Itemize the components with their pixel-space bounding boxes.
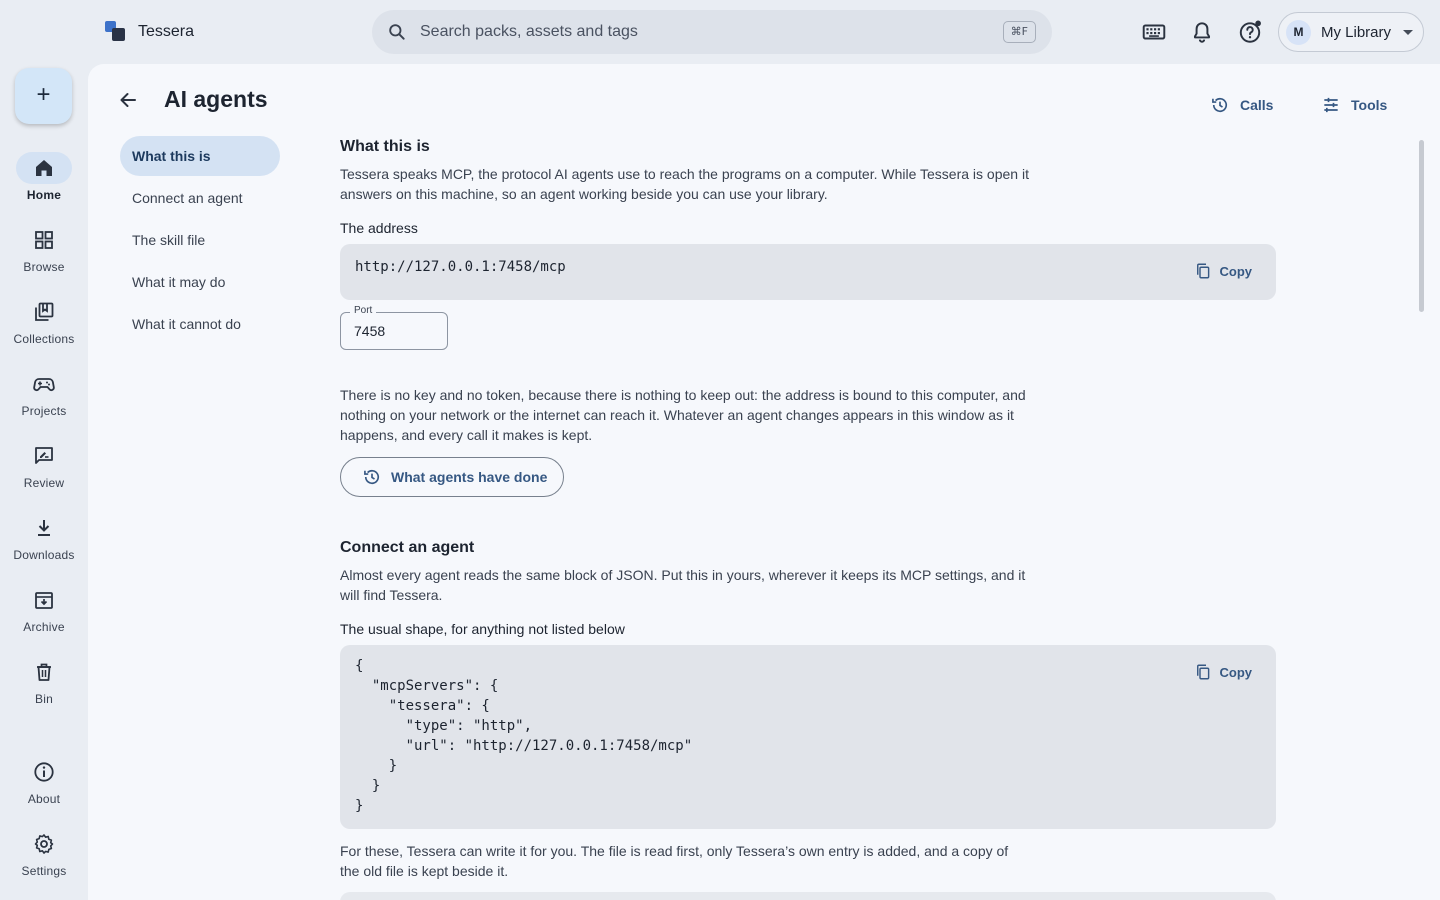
bell-icon[interactable] — [1189, 19, 1215, 45]
home-icon — [32, 156, 56, 180]
help-icon[interactable] — [1237, 19, 1263, 45]
scrollbar[interactable] — [1419, 140, 1424, 312]
search-bar[interactable]: Search packs, assets and tags ⌘F — [372, 10, 1052, 54]
agent-history-button[interactable]: What agents have done — [340, 457, 564, 497]
download-icon — [32, 516, 56, 540]
app-logo — [105, 21, 127, 43]
copy-icon — [1194, 663, 1220, 681]
section-title-what: What this is — [340, 138, 430, 155]
auto-write-note: For these, Tessera can write it for you.… — [340, 843, 1009, 879]
port-input[interactable]: 7458 — [354, 323, 385, 339]
keyboard-icon[interactable] — [1141, 19, 1167, 45]
copy-label: Copy — [1219, 263, 1253, 279]
toc-item-what-it-cannot-do[interactable]: What it cannot do — [120, 304, 280, 344]
copy-json-button[interactable]: Copy — [1194, 663, 1253, 681]
agent-history-label: What agents have done — [391, 469, 548, 485]
rail-item-label: Projects — [21, 404, 67, 418]
json-config-box: { "mcpServers": { "tessera": { "type": "… — [340, 645, 1276, 829]
plus-icon: + — [36, 81, 51, 108]
library-switcher[interactable]: M My Library — [1278, 12, 1424, 52]
main-panel: AI agents Calls Tools What this is Conne… — [88, 64, 1440, 900]
history-icon — [362, 467, 391, 487]
app-name: Tessera — [138, 23, 195, 40]
search-icon — [387, 22, 407, 42]
rail-item-label: Browse — [23, 260, 65, 274]
tools-label: Tools — [1351, 97, 1388, 113]
rail-item-collections[interactable]: Collections — [0, 296, 88, 360]
search-shortcut-badge: ⌘F — [1002, 21, 1036, 43]
collections-icon — [32, 300, 56, 324]
page-title: AI agents — [164, 86, 268, 112]
next-box-edge — [340, 892, 1276, 900]
archive-icon — [32, 588, 56, 612]
toc-item-skill-file[interactable]: The skill file — [120, 220, 280, 260]
toc-item-connect-an-agent[interactable]: Connect an agent — [120, 178, 280, 218]
port-label: Port — [350, 305, 377, 316]
copy-address-button[interactable]: Copy — [1194, 262, 1253, 280]
app-brand[interactable]: Tessera — [105, 21, 194, 43]
tools-button[interactable]: Tools — [1321, 94, 1387, 116]
toc-item-what-this-is[interactable]: What this is — [120, 136, 280, 176]
chevron-down-icon — [1403, 30, 1413, 35]
review-icon — [32, 444, 56, 468]
gamepad-icon — [32, 372, 56, 396]
security-note: There is no key and no token, because th… — [340, 387, 1026, 443]
create-button[interactable]: + — [15, 68, 72, 124]
rail-item-label: Downloads — [13, 548, 75, 562]
rail-item-review[interactable]: Review — [0, 440, 88, 504]
info-icon — [32, 760, 56, 784]
rail-item-browse[interactable]: Browse — [0, 224, 88, 288]
rail-item-settings[interactable]: Settings — [0, 828, 88, 892]
top-bar: Tessera Search packs, assets and tags ⌘F… — [0, 0, 1440, 64]
connect-intro: Almost every agent reads the same block … — [340, 567, 1026, 603]
rail-item-archive[interactable]: Archive — [0, 584, 88, 648]
copy-icon — [1194, 262, 1220, 280]
bin-icon — [32, 660, 56, 684]
copy-label: Copy — [1219, 664, 1253, 680]
rail-item-label: Bin — [35, 692, 53, 706]
rail-item-label: Collections — [13, 332, 75, 346]
library-label: My Library — [1321, 24, 1392, 41]
grid-icon — [32, 228, 56, 252]
json-shape-label: The usual shape, for anything not listed… — [340, 621, 625, 637]
search-input[interactable]: Search packs, assets and tags — [420, 23, 638, 41]
rail-item-home[interactable]: Home — [0, 152, 88, 216]
rail-item-label: Review — [23, 476, 65, 490]
rail-item-label: Settings — [21, 864, 67, 878]
rail-item-about[interactable]: About — [0, 756, 88, 820]
rail-item-downloads[interactable]: Downloads — [0, 512, 88, 576]
rail-item-label: Home — [26, 188, 62, 202]
calls-button[interactable]: Calls — [1210, 94, 1273, 116]
rail-item-projects[interactable]: Projects — [0, 368, 88, 432]
address-label: The address — [340, 220, 418, 236]
toc-item-what-it-may-do[interactable]: What it may do — [120, 262, 280, 302]
port-field[interactable]: Port 7458 — [340, 305, 448, 350]
section-toc: What this is Connect an agent The skill … — [120, 136, 280, 346]
address-box: http://127.0.0.1:7458/mcp Copy — [340, 244, 1276, 300]
rail-item-bin[interactable]: Bin — [0, 656, 88, 720]
history-icon — [1210, 95, 1240, 115]
back-arrow-icon[interactable] — [116, 88, 140, 112]
address-value: http://127.0.0.1:7458/mcp — [355, 259, 566, 275]
tune-icon — [1321, 95, 1351, 115]
avatar: M — [1286, 20, 1311, 45]
rail-item-label: Archive — [23, 620, 65, 634]
json-config-code: { "mcpServers": { "tessera": { "type": "… — [355, 658, 693, 814]
section-title-connect: Connect an agent — [340, 539, 475, 556]
rail-item-label: About — [27, 792, 61, 806]
what-intro: Tessera speaks MCP, the protocol AI agen… — [340, 166, 1029, 202]
gear-icon — [32, 832, 56, 856]
calls-label: Calls — [1240, 97, 1274, 113]
